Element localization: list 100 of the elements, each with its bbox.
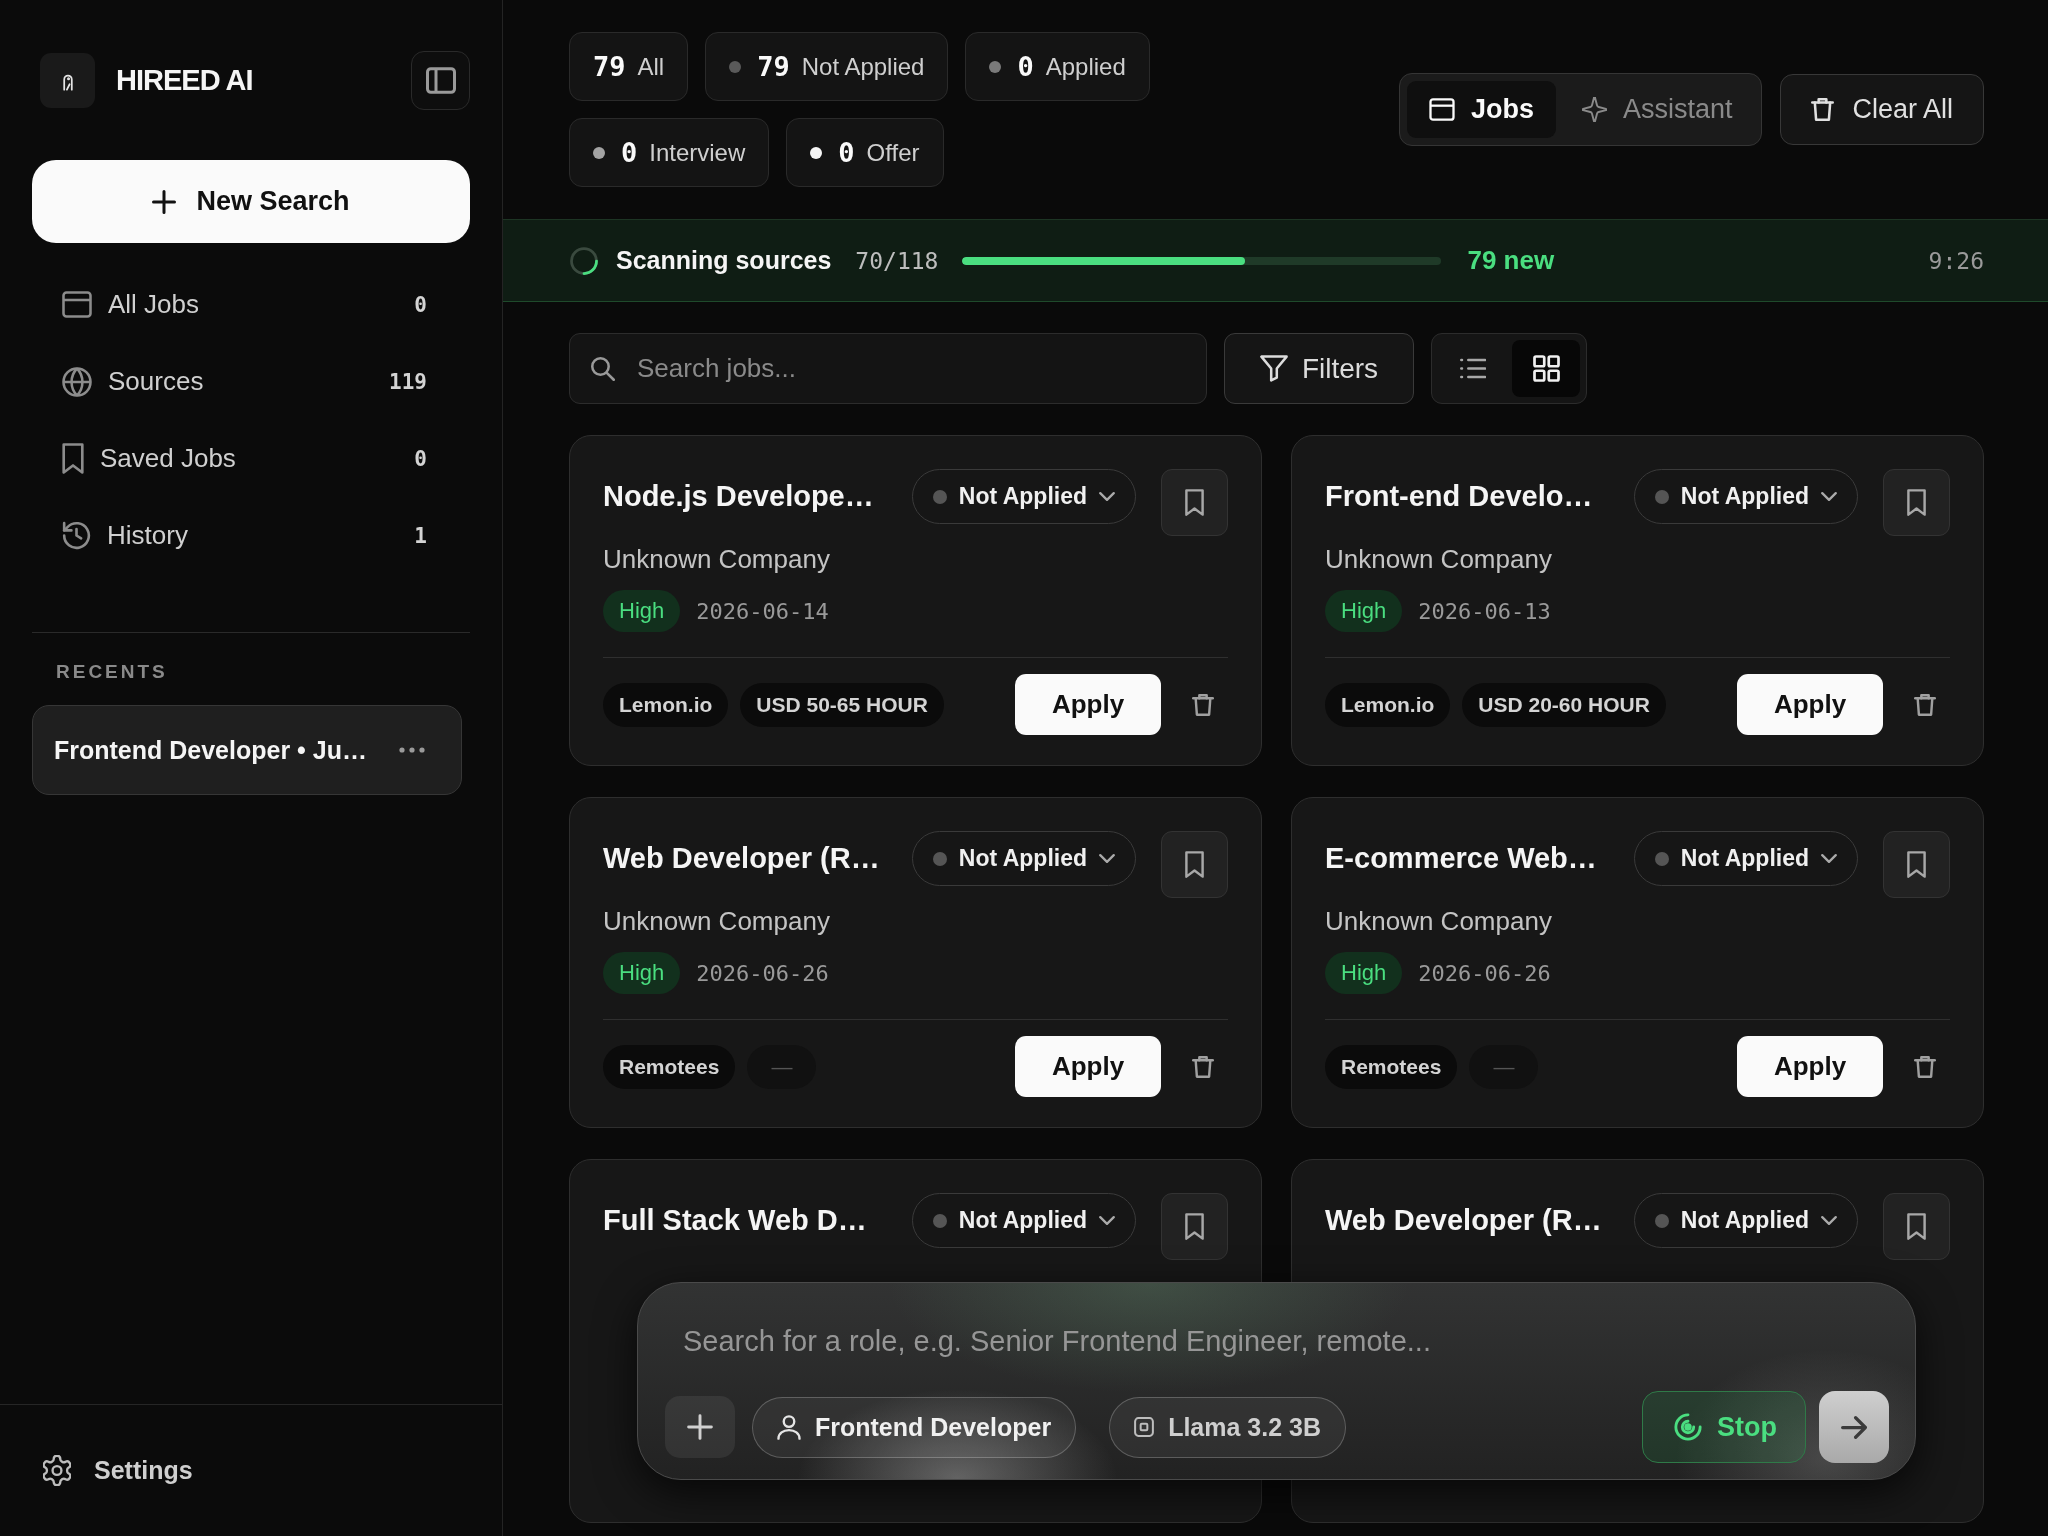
status-filter[interactable]: 0 Interview: [569, 118, 770, 187]
clear-all-button[interactable]: Clear All: [1780, 74, 1984, 145]
dash-tag: —: [747, 1044, 817, 1089]
arrow-right-icon: [1841, 1415, 1867, 1439]
section-heading: RECENTS: [56, 661, 168, 683]
stop-button[interactable]: Stop: [1642, 1391, 1806, 1463]
apply-button[interactable]: Apply: [1737, 674, 1883, 735]
status-filter[interactable]: 0 Applied: [965, 32, 1150, 101]
search-input[interactable]: Search jobs...: [637, 353, 1206, 384]
item-count: 0: [414, 292, 427, 317]
sidebar-toggle-button[interactable]: [411, 51, 470, 110]
trash-icon[interactable]: [1914, 693, 1936, 716]
status-dropdown[interactable]: Not Applied: [1633, 831, 1858, 886]
brand-name: HIREED AI: [116, 64, 253, 97]
stat-label: Applied: [1045, 52, 1126, 81]
job-title[interactable]: Node.js Develope…: [603, 469, 896, 524]
source-tag: Lemon.io: [1325, 682, 1451, 727]
stat-count: 0: [838, 137, 855, 168]
status-dropdown[interactable]: Not Applied: [911, 831, 1136, 886]
elapsed-time: 9:26: [1928, 247, 1984, 274]
status-dot-icon: [1654, 489, 1669, 504]
settings-button[interactable]: Settings: [43, 1455, 193, 1486]
sidebar-item[interactable]: All Jobs 0: [32, 266, 470, 343]
item-label: History: [107, 520, 188, 551]
window-icon: [62, 291, 92, 318]
list-icon: [1458, 358, 1486, 379]
status-dropdown[interactable]: Not Applied: [1633, 1193, 1858, 1248]
status-dot-icon: [932, 851, 947, 866]
trash-icon[interactable]: [1192, 1055, 1214, 1078]
send-button[interactable]: [1819, 1391, 1889, 1463]
status-dot-icon: [932, 1213, 947, 1228]
item-label: All Jobs: [108, 289, 200, 320]
job-title[interactable]: Front-end Develo…: [1325, 469, 1618, 524]
add-button[interactable]: [665, 1396, 735, 1458]
recent-title: Frontend Developer • Ju…: [54, 735, 367, 765]
search-field[interactable]: Search jobs...: [569, 333, 1207, 404]
sidebar-item[interactable]: History 1: [32, 497, 470, 574]
caret-icon: [1099, 854, 1115, 863]
plus-icon: [152, 189, 177, 214]
bookmark-button[interactable]: [1883, 1193, 1950, 1260]
apply-button[interactable]: Apply: [1015, 674, 1161, 735]
new-search-button[interactable]: New Search: [32, 160, 470, 243]
filters-button[interactable]: Filters: [1224, 333, 1414, 404]
composer-panel[interactable]: Search for a role, e.g. Senior Frontend Engineer, remote... Frontend Developer Llama 3.2 3B Stop: [637, 1282, 1916, 1480]
bookmark-button[interactable]: [1161, 1193, 1228, 1260]
scan-label: Scanning sources: [616, 246, 832, 275]
item-count: 1: [414, 523, 427, 548]
item-count: 119: [389, 369, 427, 394]
item-label: Saved Jobs: [100, 443, 236, 474]
sidebar-item[interactable]: Sources 119: [32, 343, 470, 420]
stat-count: 79: [593, 51, 626, 82]
status-dropdown[interactable]: Not Applied: [911, 469, 1136, 524]
composer-input[interactable]: Search for a role, e.g. Senior Frontend Engineer, remote...: [683, 1303, 1889, 1379]
more-icon[interactable]: [399, 747, 425, 753]
priority-badge: High: [603, 952, 681, 994]
sidebar-item[interactable]: Saved Jobs 0: [32, 420, 470, 497]
priority-badge: High: [603, 590, 681, 632]
trash-icon[interactable]: [1192, 693, 1214, 716]
status-filter[interactable]: 0 Offer: [786, 118, 944, 187]
recent-search-item[interactable]: Frontend Developer • Ju…: [32, 705, 462, 795]
priority-badge: High: [1325, 590, 1403, 632]
status-filter[interactable]: 79 Not Applied: [705, 32, 949, 101]
trash-icon: [1811, 98, 1835, 121]
history-icon: [62, 521, 91, 550]
item-label: Sources: [108, 366, 204, 397]
job-title[interactable]: E-commerce Web…: [1325, 831, 1618, 886]
status-dropdown[interactable]: Not Applied: [911, 1193, 1136, 1248]
stat-count: 79: [757, 51, 790, 82]
job-title[interactable]: Web Developer (R…: [603, 831, 896, 886]
company-name: Unknown Company: [603, 906, 830, 937]
grid-view-button[interactable]: [1512, 340, 1580, 397]
apply-button[interactable]: Apply: [1737, 1036, 1883, 1097]
caret-icon: [1821, 1216, 1837, 1225]
stat-count: 0: [621, 137, 638, 168]
status-dropdown[interactable]: Not Applied: [1633, 469, 1858, 524]
bookmark-button[interactable]: [1883, 469, 1950, 536]
mode-tab[interactable]: Assistant: [1559, 81, 1755, 138]
bookmark-button[interactable]: [1883, 831, 1950, 898]
panel-icon: [425, 67, 456, 94]
bookmark-icon: [62, 443, 84, 474]
job-title[interactable]: Full Stack Web D…: [603, 1193, 896, 1248]
bookmark-button[interactable]: [1161, 469, 1228, 536]
spinner-icon: [569, 245, 599, 276]
company-name: Unknown Company: [1325, 544, 1552, 575]
stat-label: All: [637, 52, 665, 81]
role-chip[interactable]: Frontend Developer: [752, 1396, 1077, 1458]
status-dot-icon: [1654, 1213, 1669, 1228]
logo-icon: [40, 53, 95, 108]
trash-icon[interactable]: [1914, 1055, 1936, 1078]
window-icon: [1428, 98, 1455, 121]
mode-tab[interactable]: Jobs: [1406, 81, 1556, 138]
posted-date: 2026-06-26: [696, 960, 829, 986]
posted-date: 2026-06-26: [1418, 960, 1551, 986]
model-chip[interactable]: Llama 3.2 3B: [1109, 1396, 1346, 1458]
job-title[interactable]: Web Developer (R…: [1325, 1193, 1618, 1248]
caret-icon: [1099, 1216, 1115, 1225]
caret-icon: [1099, 492, 1115, 501]
bookmark-button[interactable]: [1161, 831, 1228, 898]
apply-button[interactable]: Apply: [1015, 1036, 1161, 1097]
status-filter[interactable]: 79 All: [569, 32, 689, 101]
